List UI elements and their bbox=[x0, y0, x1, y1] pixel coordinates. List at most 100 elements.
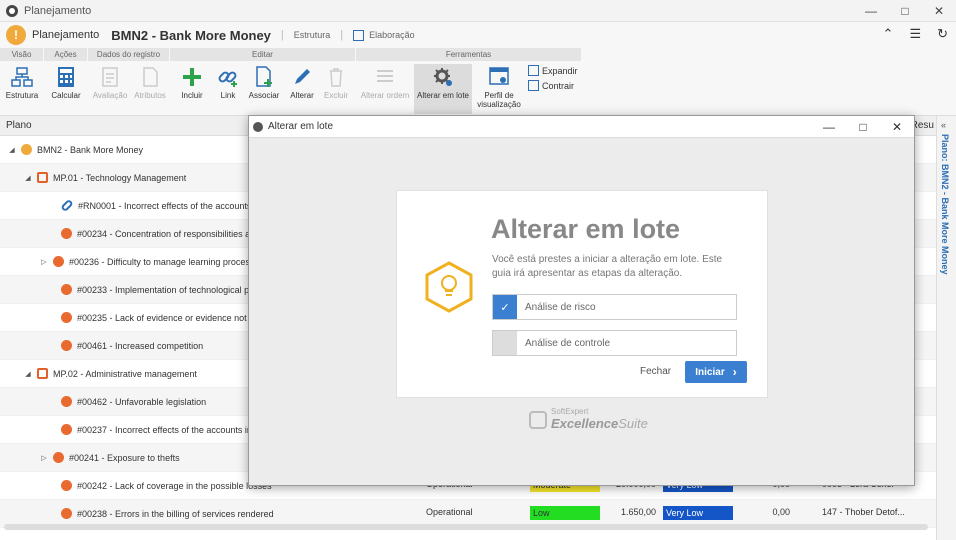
risk-icon bbox=[61, 284, 72, 295]
option-analise-risco[interactable]: ✓ Análise de risco bbox=[492, 294, 737, 320]
checkbox-checked[interactable]: ✓ bbox=[493, 295, 517, 319]
value-cell: 1.650,00 bbox=[620, 507, 656, 517]
contrair-button[interactable]: Contrair bbox=[528, 80, 574, 91]
probability-badge: Very Low bbox=[663, 506, 733, 520]
option-analise-controle[interactable]: Análise de controle bbox=[492, 330, 737, 356]
expand-icon bbox=[528, 65, 539, 76]
expand-arrow-icon[interactable]: ▷ bbox=[40, 258, 48, 266]
alterar-ordem-label: Alterar ordem bbox=[360, 91, 410, 100]
avaliacao-button[interactable]: Avaliação bbox=[88, 64, 132, 114]
start-label: Iniciar bbox=[695, 366, 725, 378]
collapse-arrow-icon[interactable]: ◢ bbox=[24, 370, 32, 378]
close-button[interactable]: Fechar bbox=[640, 366, 671, 377]
alterar-label: Alterar bbox=[290, 91, 314, 100]
expand-arrow-icon[interactable]: ▷ bbox=[40, 454, 48, 462]
incluir-label: Incluir bbox=[181, 91, 203, 100]
list-icon[interactable]: ☰ bbox=[909, 26, 921, 42]
link-label: Link bbox=[220, 91, 236, 100]
associar-label: Associar bbox=[248, 91, 280, 100]
expandir-label: Expandir bbox=[542, 65, 578, 76]
start-button[interactable]: Iniciar › bbox=[685, 361, 747, 383]
close-icon[interactable]: ✕ bbox=[922, 0, 956, 22]
profile-view-icon bbox=[489, 67, 509, 85]
associate-icon bbox=[256, 66, 272, 87]
contrair-label: Contrair bbox=[542, 80, 575, 91]
header: ! Planejamento BMN2 - Bank More Money | … bbox=[0, 22, 956, 48]
close-icon[interactable]: ✕ bbox=[880, 116, 914, 138]
risk-icon bbox=[61, 396, 72, 407]
group-editar: Editar bbox=[170, 48, 356, 61]
refresh-icon[interactable]: ↻ bbox=[937, 26, 948, 42]
logo-mark-icon bbox=[529, 410, 547, 429]
risk-icon bbox=[61, 480, 72, 491]
minimize-icon[interactable]: — bbox=[854, 0, 888, 22]
softexpert-logo: SoftExpert ExcellenceSuite bbox=[529, 408, 648, 431]
breadcrumb[interactable]: Planejamento bbox=[32, 29, 99, 41]
batch-gear-icon bbox=[434, 68, 452, 86]
row-label: #00237 - Incorrect effects of the accoun… bbox=[77, 424, 268, 435]
row-label: #RN0001 - Incorrect effects of the accou… bbox=[78, 200, 270, 211]
row-label: #00235 - Lack of evidence or evidence no… bbox=[77, 312, 268, 323]
batch-change-dialog: Alterar em lote — □ ✕ Alterar em lote Vo… bbox=[248, 115, 915, 486]
collapse-up-icon[interactable]: ⌃ bbox=[883, 26, 894, 42]
excluir-button[interactable]: Excluir bbox=[314, 64, 358, 114]
wizard-card: Alterar em lote Você está prestes a inic… bbox=[396, 190, 768, 398]
structure-icon bbox=[11, 67, 33, 87]
expandir-button[interactable]: Expandir bbox=[528, 65, 578, 76]
window-title: Planejamento bbox=[24, 4, 92, 17]
minimize-icon[interactable]: — bbox=[812, 116, 846, 138]
risk-icon bbox=[53, 452, 64, 463]
expand-panel-icon[interactable]: « bbox=[941, 120, 946, 130]
side-panel[interactable]: « Plano: BMN2 - Bank More Money bbox=[936, 116, 956, 540]
side-panel-title: Plano: BMN2 - Bank More Money bbox=[940, 134, 950, 275]
perfil-visualizacao-label: Perfil de visualização bbox=[477, 91, 521, 109]
link-icon bbox=[218, 71, 237, 87]
column-plano[interactable]: Plano bbox=[6, 120, 32, 131]
level-badge: Low bbox=[530, 506, 600, 520]
horizontal-scrollbar[interactable] bbox=[4, 524, 928, 530]
dialog-titlebar: Alterar em lote — □ ✕ bbox=[249, 116, 914, 138]
row-label: #00461 - Increased competition bbox=[77, 340, 204, 351]
process-icon bbox=[37, 368, 48, 379]
calcular-button[interactable]: Calcular bbox=[44, 64, 88, 114]
row-label: #00234 - Concentration of responsibiliti… bbox=[77, 228, 268, 239]
link-icon bbox=[60, 198, 74, 213]
app-icon bbox=[253, 121, 263, 132]
risk-icon bbox=[61, 508, 72, 519]
risk-icon bbox=[61, 340, 72, 351]
atributos-label: Atributos bbox=[134, 91, 166, 100]
risk-icon bbox=[61, 228, 72, 239]
checkbox-unchecked[interactable] bbox=[493, 331, 517, 355]
collapse-arrow-icon[interactable]: ◢ bbox=[8, 146, 16, 154]
perfil-visualizacao-button[interactable]: Perfil de visualização bbox=[474, 64, 524, 114]
calculator-icon bbox=[58, 67, 74, 87]
process-icon bbox=[37, 172, 48, 183]
estrutura-button[interactable]: Estrutura bbox=[0, 64, 44, 114]
row-label: #00236 - Difficulty to manage learning p… bbox=[69, 256, 260, 267]
tab-elaboracao[interactable]: Elaboração bbox=[353, 29, 415, 41]
collapse-arrow-icon[interactable]: ◢ bbox=[24, 174, 32, 182]
tab-estrutura[interactable]: Estrutura bbox=[294, 30, 331, 40]
logo-light-text: Suite bbox=[618, 416, 648, 431]
maximize-icon[interactable]: □ bbox=[888, 0, 922, 22]
atributos-button[interactable]: Atributos bbox=[128, 64, 172, 114]
order-icon bbox=[377, 70, 393, 82]
maximize-icon[interactable]: □ bbox=[846, 116, 880, 138]
row-label: MP.02 - Administrative management bbox=[53, 368, 197, 379]
row-label: #00233 - Implementation of technological… bbox=[77, 284, 269, 295]
row-label: MP.01 - Technology Management bbox=[53, 172, 187, 183]
group-dados: Dados do registro bbox=[88, 48, 170, 61]
group-acoes: Ações bbox=[44, 48, 88, 61]
pencil-icon bbox=[295, 69, 310, 84]
group-visao: Visão bbox=[0, 48, 44, 61]
estrutura-label: Estrutura bbox=[5, 91, 39, 100]
alterar-em-lote-button[interactable]: Alterar em lote bbox=[414, 64, 472, 114]
avaliacao-label: Avaliação bbox=[92, 91, 128, 100]
number-cell: 0,00 bbox=[772, 507, 790, 517]
row-label: #00238 - Errors in the billing of servic… bbox=[77, 508, 274, 519]
dialog-heading: Alterar em lote bbox=[491, 214, 681, 244]
alterar-ordem-button[interactable]: Alterar ordem bbox=[358, 64, 412, 114]
evaluation-icon bbox=[102, 67, 118, 87]
collapse-icon bbox=[528, 80, 539, 91]
lightbulb-icon bbox=[425, 261, 473, 313]
